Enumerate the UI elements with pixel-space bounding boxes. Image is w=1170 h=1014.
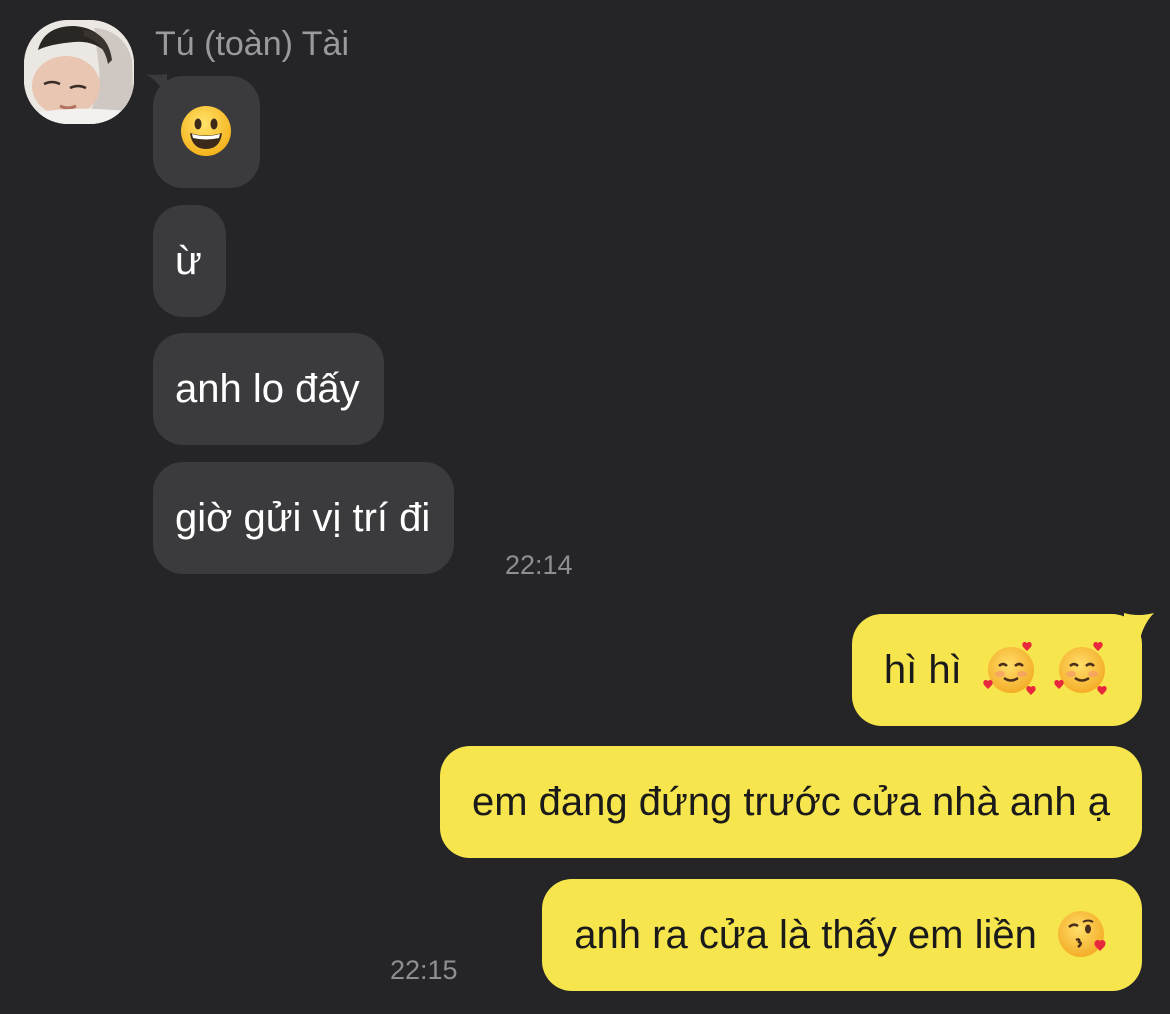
smiling-face-with-hearts-emoji bbox=[983, 642, 1036, 696]
avatar[interactable] bbox=[24, 20, 134, 124]
grinning-face-emoji bbox=[181, 106, 231, 156]
message-text: em đang đứng trước cửa nhà anh ạ bbox=[471, 780, 1110, 824]
timestamp: 22:14 bbox=[505, 550, 573, 580]
incoming-message[interactable]: ừ bbox=[153, 205, 226, 317]
outgoing-message[interactable]: hì hì bbox=[851, 614, 1142, 726]
incoming-message[interactable]: anh lo đấy bbox=[153, 333, 384, 445]
message-text: anh ra cửa là thấy em liền bbox=[574, 913, 1037, 957]
sender-name: Tú (toàn) Tài bbox=[155, 25, 350, 63]
message-text: hì hì bbox=[883, 648, 962, 692]
outgoing-message[interactable]: em đang đứng trước cửa nhà anh ạ bbox=[439, 746, 1142, 858]
message-text: anh lo đấy bbox=[175, 367, 360, 411]
timestamp: 22:15 bbox=[390, 955, 458, 985]
message-text: giờ gửi vị trí đi bbox=[175, 496, 431, 540]
incoming-message[interactable] bbox=[153, 76, 260, 188]
incoming-message[interactable]: giờ gửi vị trí đi bbox=[153, 462, 455, 574]
message-text: ừ bbox=[175, 239, 202, 283]
avatar-photo bbox=[24, 20, 134, 124]
outgoing-message[interactable]: anh ra cửa là thấy em liền bbox=[542, 879, 1142, 991]
face-blowing-kiss-emoji bbox=[1058, 911, 1106, 958]
smiling-face-with-hearts-emoji bbox=[1054, 642, 1107, 696]
